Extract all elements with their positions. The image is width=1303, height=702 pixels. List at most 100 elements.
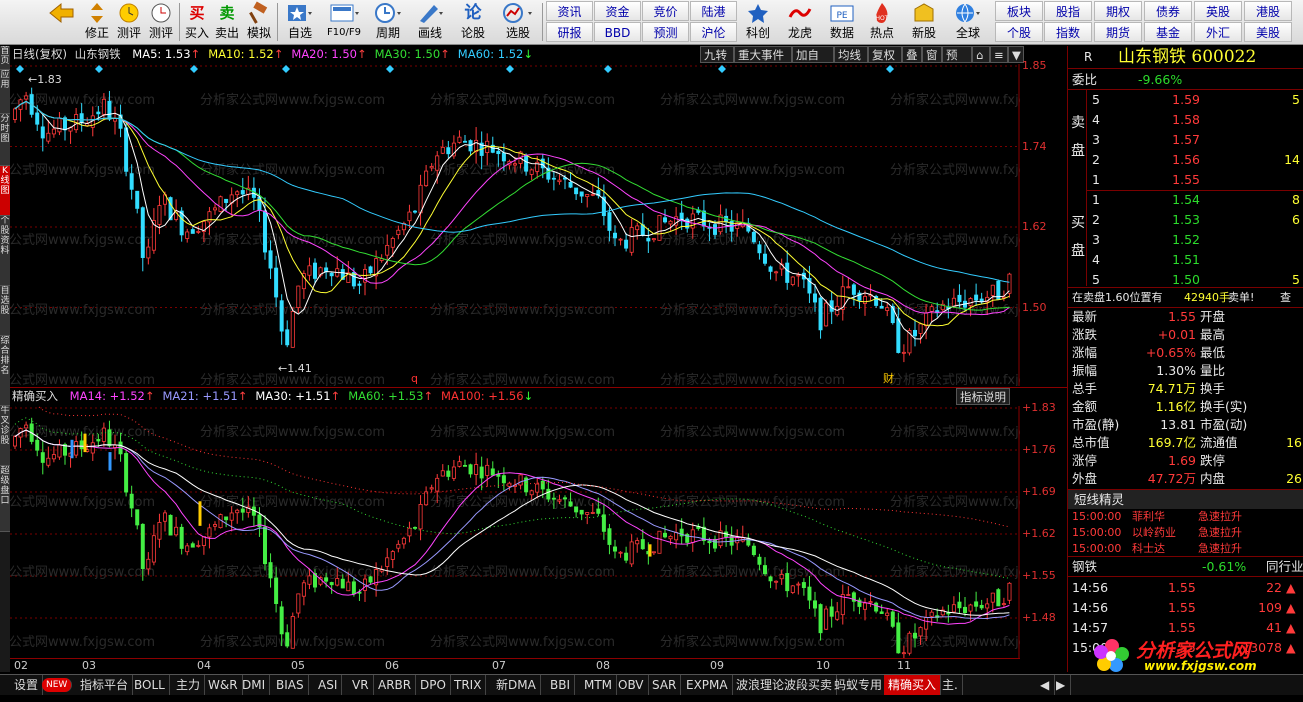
period-button[interactable]: 周期: [368, 1, 408, 43]
market-link[interactable]: 基金: [1144, 22, 1192, 42]
test-button[interactable]: 测评: [146, 1, 176, 43]
market-link[interactable]: 股指: [1044, 1, 1092, 21]
left-tab[interactable]: 超级盘口: [0, 466, 10, 532]
k-line-chart[interactable]: 分析家公式网www.fxjgsw.com 分析家公式网www.fxjgsw.com…: [10, 64, 1020, 386]
left-tab[interactable]: 牛叉诊股: [0, 406, 10, 466]
left-tab[interactable]: 综合排名: [0, 336, 10, 406]
finance-marker[interactable]: 财: [883, 371, 894, 385]
indicator-tab[interactable]: OBV: [614, 675, 649, 695]
indicator-tab[interactable]: BOLL: [130, 675, 170, 695]
left-tab[interactable]: 首页: [0, 46, 10, 70]
modify-button[interactable]: 修正: [82, 1, 112, 43]
market-link[interactable]: 期货: [1094, 22, 1142, 42]
elf-item[interactable]: 15:00:00 科士达 急速拉升: [1068, 541, 1303, 557]
left-tab[interactable]: 个股资料: [0, 216, 10, 286]
bid-row[interactable]: 2 1.53 6: [1068, 210, 1303, 229]
market-link[interactable]: 板块: [995, 1, 1043, 21]
ask-row[interactable]: 1 1.55: [1068, 170, 1303, 189]
k-chart-tool-button[interactable]: ≡: [990, 46, 1008, 63]
tabs-scroll-right[interactable]: ▶: [1052, 675, 1071, 695]
forum-button[interactable]: 论 论股: [455, 1, 491, 43]
market-link[interactable]: 美股: [1244, 22, 1292, 42]
indicator-tab[interactable]: 指标平台: [76, 675, 134, 695]
indicator-tab[interactable]: DMI: [238, 675, 271, 695]
market-link[interactable]: 港股: [1244, 1, 1292, 21]
hot-spot-button[interactable]: HOT 热点: [862, 1, 902, 43]
bid-row[interactable]: 1 1.54 8: [1068, 190, 1303, 209]
k-chart-tool-button[interactable]: 九转: [700, 46, 734, 63]
market-link[interactable]: 期权: [1094, 1, 1142, 21]
indicator-tab[interactable]: 主力: [172, 675, 206, 695]
ask-row[interactable]: 5 1.59 5: [1068, 90, 1303, 109]
watchlist-button[interactable]: 自选: [282, 1, 318, 43]
k-period-label[interactable]: 日线(复权): [12, 47, 67, 61]
left-tab[interactable]: K线图: [0, 166, 10, 216]
indicator-tab[interactable]: SAR: [648, 675, 682, 695]
left-tab[interactable]: 分时图: [0, 114, 10, 166]
dragon-tiger-button[interactable]: 龙虎: [780, 1, 820, 43]
market-link[interactable]: 外汇: [1194, 22, 1242, 42]
quick-link[interactable]: 资金: [594, 1, 641, 21]
indicator-tab[interactable]: 波浪理论波段买卖: [732, 675, 838, 695]
elf-title[interactable]: 短线精灵: [1074, 490, 1124, 509]
indicator-tab[interactable]: 蚂蚁专用: [830, 675, 888, 695]
evaluate-button[interactable]: 测评: [114, 1, 144, 43]
same-industry-button[interactable]: 同行业: [1266, 557, 1303, 576]
k-chart-tool-button[interactable]: 预测: [942, 46, 972, 79]
market-link[interactable]: 英股: [1194, 1, 1242, 21]
bid-row[interactable]: 3 1.52: [1068, 230, 1303, 249]
quick-link[interactable]: 研报: [546, 22, 593, 42]
indicator-tab[interactable]: VR: [348, 675, 374, 695]
globe-button[interactable]: 全球: [948, 1, 988, 43]
quick-link[interactable]: 预测: [642, 22, 689, 42]
indicator-tab[interactable]: ARBR: [374, 675, 417, 695]
sell-button[interactable]: 卖 卖出: [213, 1, 241, 43]
indicator-tab[interactable]: BBI: [546, 675, 576, 695]
draw-line-button[interactable]: 画线: [410, 1, 450, 43]
event-marker-q[interactable]: q: [411, 372, 418, 385]
quick-link[interactable]: 陆港: [690, 1, 737, 21]
pe-data-button[interactable]: PE 数据: [822, 1, 862, 43]
ask-row[interactable]: 4 1.58: [1068, 110, 1303, 129]
k-chart-tool-button[interactable]: 重大事件: [734, 46, 792, 63]
market-link[interactable]: 债券: [1144, 1, 1192, 21]
elf-item[interactable]: 15:00:00 以岭药业 急速拉升: [1068, 525, 1303, 541]
indicator-tab[interactable]: W&R: [204, 675, 243, 695]
sector-name[interactable]: 钢铁: [1072, 557, 1097, 576]
indicator-tab[interactable]: 主.: [938, 675, 963, 695]
buy-button[interactable]: 买 买入: [183, 1, 211, 43]
new-stock-button[interactable]: 新股: [904, 1, 944, 43]
k-chart-tool-button[interactable]: 复权: [868, 46, 902, 63]
back-button[interactable]: [44, 1, 78, 43]
simulate-button[interactable]: 模拟: [244, 1, 274, 43]
k-chart-tool-button[interactable]: 叠: [902, 46, 922, 63]
elf-item[interactable]: 15:00:00 菲利华 急速拉升: [1068, 509, 1303, 525]
quick-link[interactable]: 沪伦: [690, 22, 737, 42]
indicator-tab[interactable]: ASI: [314, 675, 343, 695]
ask-row[interactable]: 3 1.57: [1068, 130, 1303, 149]
indicator-tab[interactable]: BIAS: [272, 675, 309, 695]
indicator-tab[interactable]: DPO: [416, 675, 451, 695]
indicator-chart[interactable]: 分析家公式网www.fxjgsw.com 分析家公式网www.fxjgsw.com…: [10, 406, 1020, 658]
k-chart-tool-button[interactable]: 加自选: [792, 46, 834, 79]
indicator-help-button[interactable]: 指标说明: [956, 388, 1010, 405]
k-chart-tool-button[interactable]: 窗: [922, 46, 942, 63]
f10-button[interactable]: F10/F9: [322, 1, 366, 43]
k-chart-tool-button[interactable]: ⌂: [972, 46, 990, 63]
quick-link[interactable]: BBD: [594, 22, 641, 42]
left-tab[interactable]: 自选股: [0, 286, 10, 336]
k-chart-tool-button[interactable]: 均线: [834, 46, 868, 63]
bid-row[interactable]: 4 1.51: [1068, 250, 1303, 269]
ask-row[interactable]: 2 1.56 14: [1068, 150, 1303, 169]
indicator-tab[interactable]: 设置: [10, 675, 44, 695]
indicator-tab[interactable]: EXPMA: [682, 675, 733, 695]
quick-link[interactable]: 竞价: [642, 1, 689, 21]
left-tab[interactable]: 应用: [0, 70, 10, 114]
notice-check-button[interactable]: 查: [1280, 288, 1291, 307]
indicator-tab[interactable]: 新DMA: [492, 675, 541, 695]
indicator-tab[interactable]: MTM: [580, 675, 618, 695]
market-link[interactable]: 个股: [995, 22, 1043, 42]
indicator-tab[interactable]: 精确买入: [884, 675, 942, 695]
indicator-tab[interactable]: NEW: [42, 678, 73, 692]
stock-picker-button[interactable]: 选股: [496, 1, 540, 43]
